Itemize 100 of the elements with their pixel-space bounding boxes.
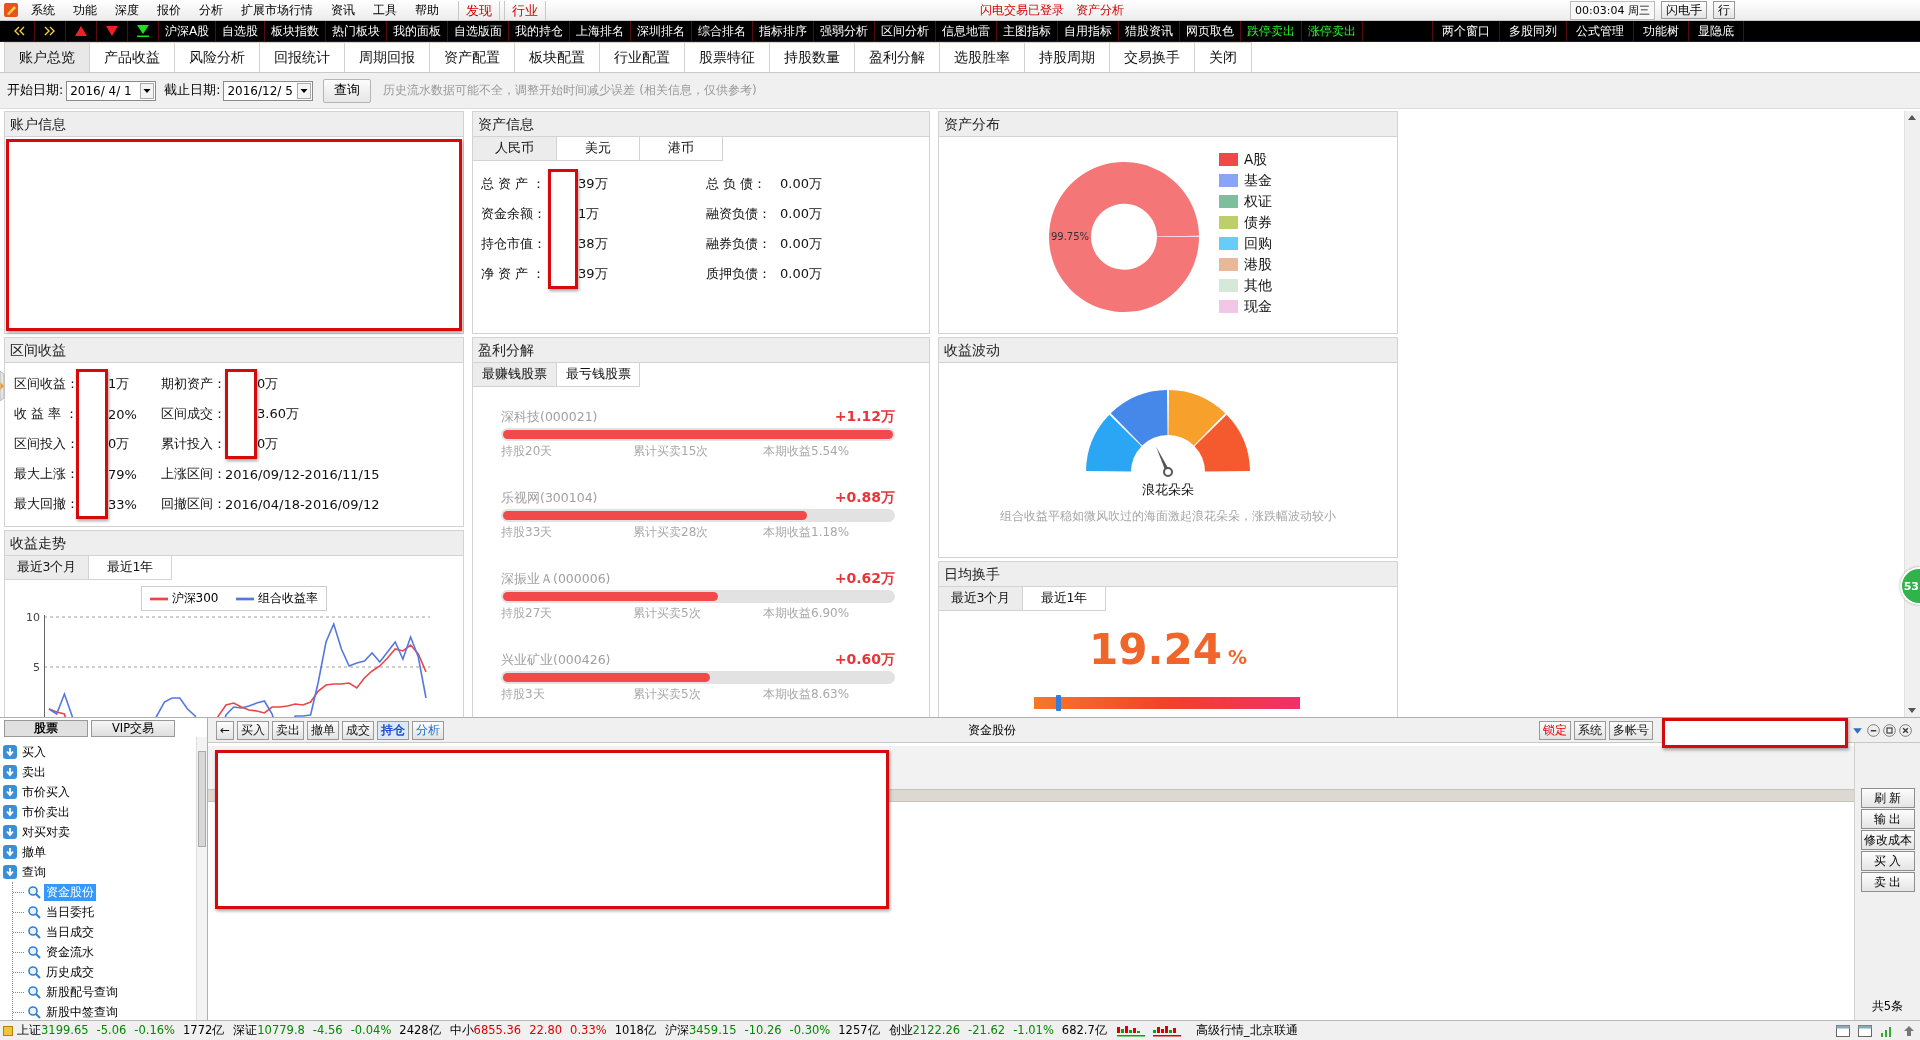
menu-item[interactable]: 工具: [364, 1, 406, 19]
quick-link[interactable]: 沪深A股: [159, 21, 217, 41]
tree-item[interactable]: 资金流水: [44, 943, 96, 961]
quick-link[interactable]: 区间分析: [875, 21, 937, 41]
menu-item[interactable]: 帮助: [406, 1, 448, 19]
menu-item[interactable]: 资讯: [322, 1, 364, 19]
tab[interactable]: 最亏钱股票: [556, 363, 640, 387]
field-label: 最大上涨：: [14, 465, 79, 483]
quick-link[interactable]: 综合排名: [692, 21, 754, 41]
quick-link[interactable]: 自用指标: [1058, 21, 1120, 41]
tree-item[interactable]: 卖出: [20, 763, 48, 781]
line-swatch-icon: [236, 596, 255, 601]
side-tab[interactable]: 股票: [4, 720, 88, 737]
toolbar-button[interactable]: 持仓: [377, 720, 410, 740]
toolbar-button[interactable]: 行: [1713, 1, 1735, 19]
menu-item[interactable]: 功能: [64, 1, 106, 19]
window-icon[interactable]: [1858, 1024, 1872, 1037]
quick-link[interactable]: 公式管理: [1567, 21, 1634, 41]
side-button[interactable]: 修改成本: [1860, 830, 1915, 850]
quick-link[interactable]: 功能树: [1634, 21, 1689, 41]
quick-link[interactable]: 板块指数: [265, 21, 327, 41]
quick-link[interactable]: 显隐底: [1689, 21, 1744, 41]
quick-link[interactable]: 指标排序: [753, 21, 815, 41]
quick-link[interactable]: 信息地雷: [936, 21, 998, 41]
quick-link[interactable]: 涨停卖出: [1302, 21, 1364, 41]
toolbar-button[interactable]: 锁定: [1539, 720, 1571, 740]
quick-link[interactable]: 深圳排名: [631, 21, 693, 41]
toolbar-button[interactable]: 撤单: [307, 720, 340, 740]
tree-item[interactable]: 新股配号查询: [44, 983, 120, 1001]
toolbar-button[interactable]: 买入: [237, 720, 270, 740]
restore-icon[interactable]: [1883, 723, 1896, 737]
quick-link[interactable]: 自选版面: [448, 21, 510, 41]
toolbar-button[interactable]: 闪电手: [1661, 1, 1707, 19]
quick-link[interactable]: 我的面板: [387, 21, 449, 41]
quick-link[interactable]: 主图指标: [997, 21, 1059, 41]
menu-item[interactable]: 深度: [106, 1, 148, 19]
quick-link[interactable]: 自选股: [216, 21, 266, 41]
quick-link[interactable]: 网页取色: [1180, 21, 1242, 41]
menu-item[interactable]: 扩展市场行情: [232, 1, 322, 19]
tree-item[interactable]: 买入: [20, 743, 48, 761]
toolbar-button[interactable]: 卖出: [272, 720, 305, 740]
tree-item[interactable]: 市价买入: [20, 783, 72, 801]
menu-tab[interactable]: 发现: [458, 0, 500, 20]
scrollbar-thumb[interactable]: [198, 751, 206, 847]
tree-item[interactable]: 历史成交: [44, 963, 96, 981]
side-button[interactable]: 买 入: [1860, 851, 1915, 871]
tree-item[interactable]: 查询: [20, 863, 48, 881]
quick-link[interactable]: 跌停卖出: [1241, 21, 1303, 41]
tab[interactable]: 账户总览: [4, 42, 90, 72]
minimize-icon[interactable]: [1867, 723, 1880, 737]
up-arrow-icon[interactable]: [1902, 1024, 1916, 1037]
side-button[interactable]: 卖 出: [1860, 872, 1915, 892]
menu-item[interactable]: 系统: [22, 1, 64, 19]
side-tab[interactable]: VIP交易: [91, 720, 175, 737]
index-change: 22.80: [529, 1023, 563, 1038]
tab[interactable]: 最近3个月: [5, 556, 89, 580]
scrollbar[interactable]: [196, 737, 207, 1020]
quick-link[interactable]: 强弱分析: [814, 21, 876, 41]
toolbar-button[interactable]: 多帐号: [1609, 720, 1653, 740]
tab[interactable]: 关闭: [1194, 42, 1252, 72]
side-button[interactable]: 输 出: [1860, 809, 1915, 829]
triangle-handle-icon[interactable]: [0, 371, 8, 401]
status-link[interactable]: 资产分析: [1076, 1, 1124, 19]
window-icon[interactable]: [1836, 1024, 1850, 1037]
profit-amount: +0.88万: [834, 489, 895, 507]
tree-item[interactable]: 当日成交: [44, 923, 96, 941]
menu-tab[interactable]: 行业: [504, 0, 546, 20]
signal-icon[interactable]: [1880, 1024, 1894, 1037]
toolbar-button[interactable]: 成交: [342, 720, 375, 740]
currency-tab[interactable]: 港币: [639, 137, 723, 161]
close-icon[interactable]: [1899, 723, 1912, 737]
menu-item[interactable]: 分析: [190, 1, 232, 19]
end-date-select[interactable]: 2016/12/ 5: [223, 80, 314, 101]
status-link[interactable]: 闪电交易已登录: [980, 1, 1064, 19]
index-amount: 1257亿: [838, 1023, 880, 1038]
menu-item[interactable]: 报价: [148, 1, 190, 19]
start-date-select[interactable]: 2016/ 4/ 1: [66, 80, 157, 101]
tab[interactable]: 最赚钱股票: [473, 363, 557, 387]
tree-item[interactable]: 撤单: [20, 843, 48, 861]
quick-link[interactable]: 猎股资讯: [1119, 21, 1181, 41]
scrollbar[interactable]: [1904, 111, 1920, 717]
tree-item[interactable]: 市价卖出: [20, 803, 72, 821]
quick-link[interactable]: 上海排名: [570, 21, 632, 41]
toolbar-button[interactable]: 分析: [412, 720, 445, 740]
tab[interactable]: 最近1年: [1022, 587, 1106, 611]
quick-link[interactable]: 两个窗口: [1433, 21, 1500, 41]
toolbar-button[interactable]: 系统: [1574, 720, 1606, 740]
tree-item[interactable]: 新股中签查询: [44, 1003, 120, 1020]
back-button[interactable]: ←: [216, 720, 235, 740]
app-logo-icon[interactable]: [3, 2, 19, 18]
tab[interactable]: 最近3个月: [939, 587, 1023, 611]
quick-link[interactable]: 热门板块: [326, 21, 388, 41]
quick-link[interactable]: 我的持仓: [509, 21, 571, 41]
quick-link[interactable]: 多股同列: [1500, 21, 1567, 41]
query-button[interactable]: 查询: [323, 78, 372, 103]
tree-item[interactable]: 当日委托: [44, 903, 96, 921]
currency-tab[interactable]: 人民币: [473, 137, 557, 161]
tree-item[interactable]: 对买对卖: [20, 823, 72, 841]
tab[interactable]: 最近1年: [88, 556, 172, 580]
side-button[interactable]: 刷 新: [1860, 788, 1915, 808]
